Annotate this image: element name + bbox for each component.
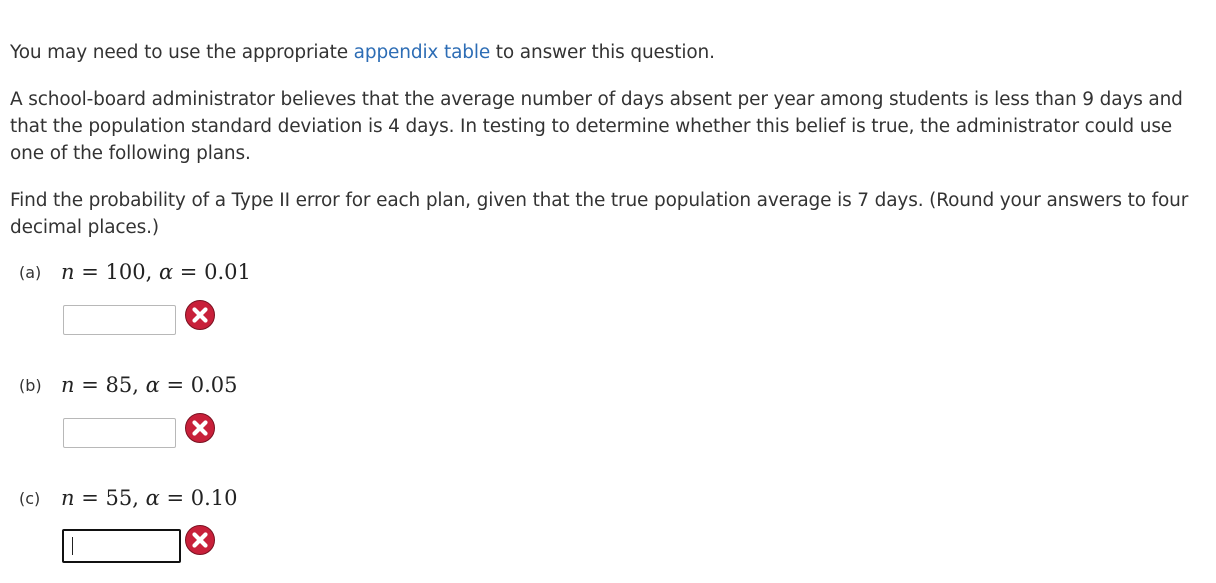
part-a-answer-input[interactable] [63,305,176,335]
part-c-label: (c) [19,488,41,508]
problem-statement: A school-board administrator believes th… [10,89,1183,164]
part-a-n-symbol: n [61,260,75,284]
intro-text: You may need to use the appropriate appe… [10,39,1210,66]
x-circle-icon [185,300,215,330]
part-a-alpha-symbol: α [158,260,174,284]
part-c-alpha-value: 0.10 [190,486,238,510]
part-c-n-symbol: n [61,486,75,510]
x-circle-icon [185,413,215,443]
part-c-n-value: 55 [105,486,133,510]
part-a: (a) n = 100, α = 0.01 [19,257,251,287]
part-a-n-value: 100 [105,260,146,284]
part-b-n-value: 85 [105,373,133,397]
part-c: (c) n = 55, α = 0.10 [19,483,237,513]
part-b-label: (b) [19,375,42,395]
part-a-alpha-value: 0.01 [204,260,251,284]
part-a-label: (a) [19,262,42,282]
problem-instruction: Find the probability of a Type II error … [10,190,1189,238]
x-circle-icon [185,525,215,555]
part-b-condition: n = 85, α = 0.05 [61,373,238,397]
part-b-n-symbol: n [61,373,75,397]
part-b-alpha-symbol: α [145,373,160,397]
text-caret [72,537,73,555]
question-page: You may need to use the appropriate appe… [0,0,1216,583]
part-c-answer-input[interactable] [62,529,181,563]
part-c-condition: n = 55, α = 0.10 [61,486,238,510]
intro-prefix: You may need to use the appropriate [10,42,354,63]
part-b: (b) n = 85, α = 0.05 [19,370,237,400]
intro-suffix: to answer this question. [490,42,715,63]
part-c-alpha-symbol: α [145,486,160,510]
appendix-table-link[interactable]: appendix table [354,42,491,63]
part-b-answer-input[interactable] [63,418,176,448]
part-a-condition: n = 100, α = 0.01 [61,260,251,284]
part-b-alpha-value: 0.05 [190,373,238,397]
